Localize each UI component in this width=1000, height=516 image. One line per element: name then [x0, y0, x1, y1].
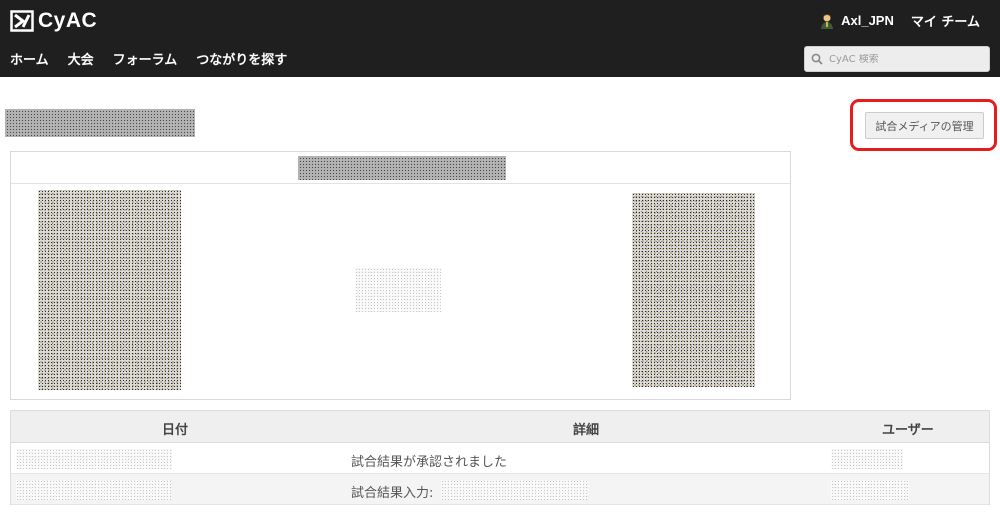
user-redacted[interactable]: [831, 449, 903, 469]
nav-item-tournaments[interactable]: 大会: [68, 49, 94, 68]
match-score-redacted: [355, 268, 441, 312]
column-header-details: 詳細: [573, 423, 600, 438]
table-header: 日付 詳細 ユーザー: [11, 411, 989, 443]
table-row: 試合結果入力:: [11, 474, 989, 505]
date-redacted: [16, 449, 172, 469]
result-detail-redacted: [441, 480, 589, 500]
nav-item-forum[interactable]: フォーラム: [113, 49, 178, 68]
nav-item-find-connections[interactable]: つながりを探す: [196, 49, 287, 68]
match-panel: [10, 151, 791, 400]
detail-text: 試合結果入力:: [351, 486, 434, 501]
team-a-image-redacted[interactable]: [38, 190, 181, 390]
table-row: 試合結果が承認されました: [11, 443, 989, 474]
date-redacted: [16, 480, 172, 500]
my-team-link[interactable]: マイ チーム: [911, 11, 980, 30]
search-icon: [811, 53, 823, 65]
match-title-redacted: [298, 156, 506, 180]
search-input[interactable]: [829, 53, 979, 65]
column-header-date: 日付: [162, 423, 189, 438]
user-avatar-icon[interactable]: [819, 13, 835, 29]
nav-item-home[interactable]: ホーム: [10, 49, 49, 68]
manage-match-media-button[interactable]: 試合メディアの管理: [865, 112, 984, 139]
user-area: Axl_JPN マイ チーム: [819, 11, 980, 30]
logo-text: CyAC: [38, 9, 98, 32]
panel-divider: [11, 183, 790, 184]
top-navbar: CyAC Axl_JPN マイ チーム ホーム 大会 フォーラム つながりを探す: [0, 0, 1000, 77]
column-header-user: ユーザー: [882, 423, 934, 438]
user-redacted[interactable]: [831, 480, 909, 500]
match-history-table: 日付 詳細 ユーザー 試合結果が承認されました 試合結果入力:: [10, 410, 990, 505]
logo[interactable]: CyAC: [10, 9, 97, 33]
main-nav: ホーム 大会 フォーラム つながりを探す: [10, 49, 306, 68]
team-b-image-redacted[interactable]: [632, 193, 755, 387]
page-title-redacted: [5, 109, 195, 137]
search-box: [804, 46, 990, 72]
cyac-logo-icon: [10, 10, 34, 32]
detail-text: 試合結果が承認されました: [351, 455, 508, 470]
username-link[interactable]: Axl_JPN: [841, 13, 894, 28]
